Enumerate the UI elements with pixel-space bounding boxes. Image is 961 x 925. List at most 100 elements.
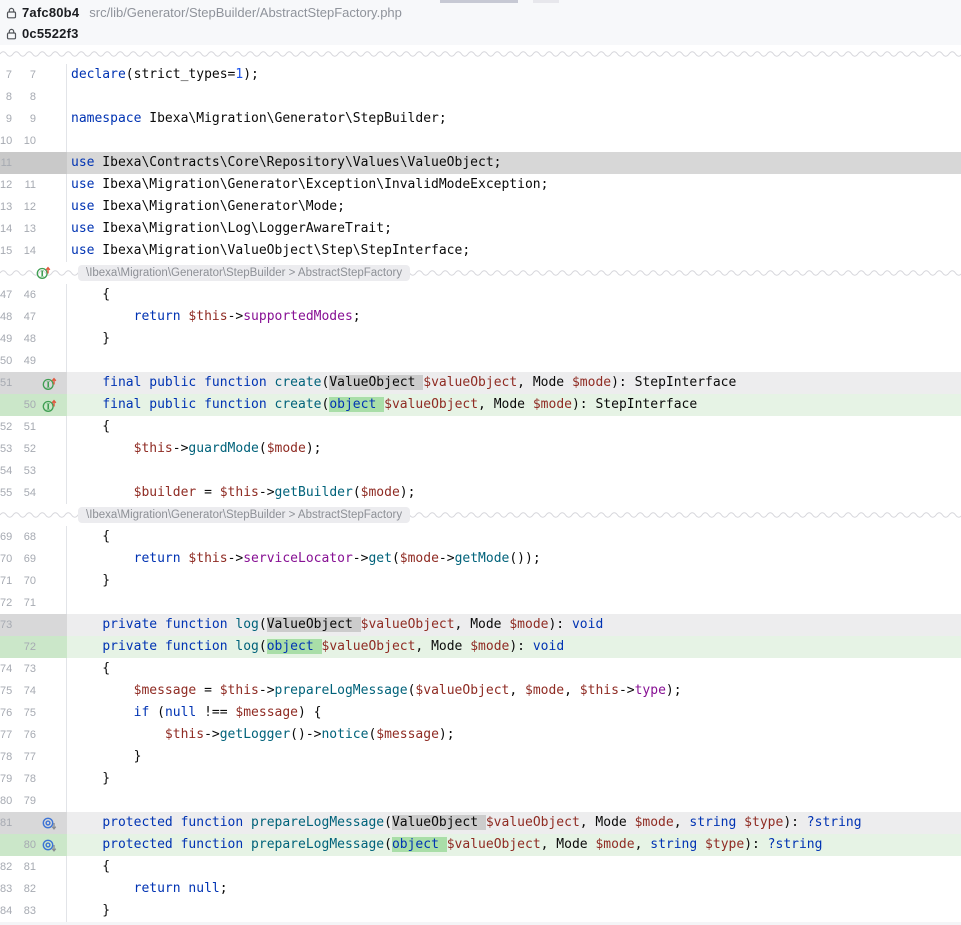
gutter: 1514 xyxy=(0,240,67,262)
code-line[interactable]: use Ibexa\Migration\Generator\Mode; xyxy=(67,196,961,218)
gutter: 6968 xyxy=(0,526,67,548)
line-number-old: 74 xyxy=(0,658,12,680)
code-line[interactable]: } xyxy=(67,328,961,350)
code-line[interactable]: $message = $this->prepareLogMessage($val… xyxy=(67,680,961,702)
gutter: 7776 xyxy=(0,724,67,746)
line-number-new: 49 xyxy=(12,350,36,372)
line-number-new: 51 xyxy=(12,416,36,438)
diff-editor[interactable]: 77declare(strict_types=1);8899namespace … xyxy=(0,64,961,922)
gutter: 7978 xyxy=(0,768,67,790)
diff-line: 7877 } xyxy=(0,746,961,768)
gutter: 11 xyxy=(0,152,67,174)
line-number-new: 14 xyxy=(12,240,36,262)
code-line[interactable]: $this->getLogger()->notice($message); xyxy=(67,724,961,746)
code-line[interactable]: { xyxy=(67,416,961,438)
code-line[interactable]: use Ibexa\Contracts\Core\Repository\Valu… xyxy=(67,152,961,174)
code-line[interactable] xyxy=(67,592,961,614)
line-number-new: 82 xyxy=(12,878,36,900)
gutter: 72 xyxy=(0,636,67,658)
line-number-old: 9 xyxy=(0,108,12,130)
diff-line: 8382 return null; xyxy=(0,878,961,900)
window-artifact xyxy=(533,0,559,3)
code-line[interactable]: $builder = $this->getBuilder($mode); xyxy=(67,482,961,504)
code-line[interactable]: final public function create(ValueObject… xyxy=(67,372,961,394)
diff-line: 7170 } xyxy=(0,570,961,592)
commit-hash-old: 7afc80b4 xyxy=(22,5,79,20)
line-number-old: 50 xyxy=(0,350,12,372)
code-line[interactable]: return null; xyxy=(67,878,961,900)
code-line[interactable] xyxy=(67,130,961,152)
gutter: 1413 xyxy=(0,218,67,240)
code-line[interactable]: use Ibexa\Migration\ValueObject\Step\Ste… xyxy=(67,240,961,262)
code-line[interactable]: declare(strict_types=1); xyxy=(67,64,961,86)
code-line[interactable]: protected function prepareLogMessage(Val… xyxy=(67,812,961,834)
diff-line: 7574 $message = $this->prepareLogMessage… xyxy=(0,680,961,702)
line-number-new: 10 xyxy=(12,130,36,152)
line-number-new: 80 xyxy=(12,834,36,856)
code-line[interactable]: use Ibexa\Migration\Log\LoggerAwareTrait… xyxy=(67,218,961,240)
gutter: 73 xyxy=(0,614,67,636)
code-line[interactable]: { xyxy=(67,658,961,680)
line-number-new: 8 xyxy=(12,86,36,108)
line-number-old: 51 xyxy=(0,372,12,394)
code-line[interactable]: } xyxy=(67,570,961,592)
code-line[interactable] xyxy=(67,86,961,108)
line-number-new: 76 xyxy=(12,724,36,746)
diff-line: 11use Ibexa\Contracts\Core\Repository\Va… xyxy=(0,152,961,174)
diff-line: 1211use Ibexa\Migration\Generator\Except… xyxy=(0,174,961,196)
line-number-new: 11 xyxy=(12,174,36,196)
overridden-method-icon[interactable] xyxy=(36,838,62,853)
code-line[interactable] xyxy=(67,790,961,812)
line-number-old: 8 xyxy=(0,86,12,108)
code-line[interactable]: if (null !== $message) { xyxy=(67,702,961,724)
code-line[interactable]: { xyxy=(67,526,961,548)
overridden-method-icon[interactable] xyxy=(36,816,62,831)
code-line[interactable] xyxy=(67,460,961,482)
lock-icon xyxy=(6,28,17,40)
gutter: 5352 xyxy=(0,438,67,460)
code-line[interactable]: private function log(ValueObject $valueO… xyxy=(67,614,961,636)
code-line[interactable]: private function log(object $valueObject… xyxy=(67,636,961,658)
diff-line: 4948 } xyxy=(0,328,961,350)
collapsed-region-separator[interactable]: I\Ibexa\Migration\Generator\StepBuilder … xyxy=(0,262,961,284)
code-line[interactable]: use Ibexa\Migration\Generator\Exception\… xyxy=(67,174,961,196)
implemented-method-icon[interactable]: I xyxy=(36,265,51,285)
gutter: 5554 xyxy=(0,482,67,504)
code-line[interactable] xyxy=(67,350,961,372)
code-line[interactable]: $this->guardMode($mode); xyxy=(67,438,961,460)
svg-text:I: I xyxy=(40,269,44,279)
code-line[interactable]: } xyxy=(67,768,961,790)
code-line[interactable]: } xyxy=(67,900,961,922)
code-line[interactable]: return $this->serviceLocator->get($mode-… xyxy=(67,548,961,570)
code-line[interactable]: } xyxy=(67,746,961,768)
gutter: 8079 xyxy=(0,790,67,812)
line-number-new: 69 xyxy=(12,548,36,570)
code-line[interactable]: protected function prepareLogMessage(obj… xyxy=(67,834,961,856)
line-number-old: 78 xyxy=(0,746,12,768)
line-number-old: 48 xyxy=(0,306,12,328)
line-number-old: 76 xyxy=(0,702,12,724)
diff-line: 1413use Ibexa\Migration\Log\LoggerAwareT… xyxy=(0,218,961,240)
file-path: src/lib/Generator/StepBuilder/AbstractSt… xyxy=(89,5,402,20)
gutter: 7675 xyxy=(0,702,67,724)
line-number-new: 13 xyxy=(12,218,36,240)
diff-line: 4746 { xyxy=(0,284,961,306)
diff-line: 8281 { xyxy=(0,856,961,878)
diff-line: 7776 $this->getLogger()->notice($message… xyxy=(0,724,961,746)
collapsed-region-separator[interactable]: \Ibexa\Migration\Generator\StepBuilder >… xyxy=(0,504,961,526)
gutter: 7574 xyxy=(0,680,67,702)
implemented-method-icon[interactable]: I xyxy=(36,376,62,391)
code-line[interactable]: return $this->supportedModes; xyxy=(67,306,961,328)
diff-line: 5453 xyxy=(0,460,961,482)
implemented-method-icon[interactable]: I xyxy=(36,398,62,413)
line-number-old: 75 xyxy=(0,680,12,702)
code-line[interactable]: { xyxy=(67,284,961,306)
code-line[interactable]: final public function create(object $val… xyxy=(67,394,961,416)
gutter: 77 xyxy=(0,64,67,86)
line-number-new: 48 xyxy=(12,328,36,350)
gutter: 51 I xyxy=(0,372,67,394)
code-line[interactable]: namespace Ibexa\Migration\Generator\Step… xyxy=(67,108,961,130)
gutter: 7069 xyxy=(0,548,67,570)
code-line[interactable]: { xyxy=(67,856,961,878)
diff-line: 4847 return $this->supportedModes; xyxy=(0,306,961,328)
